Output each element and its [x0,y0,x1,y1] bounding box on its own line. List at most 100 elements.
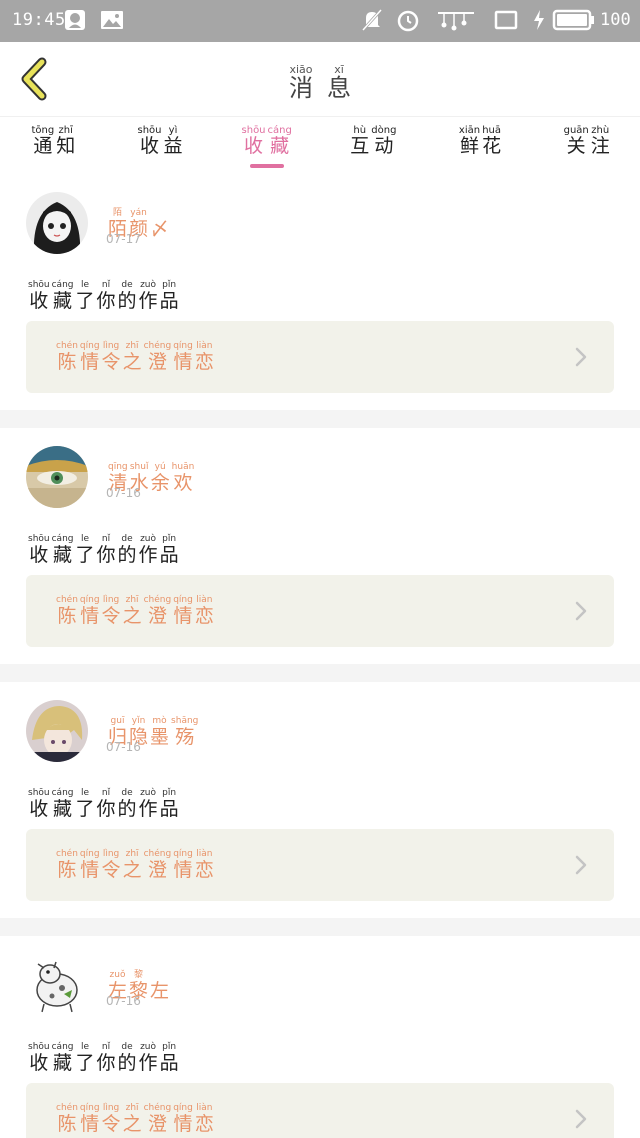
username-hanzi: 墨 [150,726,170,748]
username-hanzi: 殇 [175,726,195,748]
work-title-hanzi: 令 [101,859,121,881]
work-title-char: qíng 情 [80,595,100,627]
action-char: le 了 [76,1042,95,1074]
action-char: le 了 [76,280,95,312]
work-title-char: zhī 之 [123,341,142,373]
username-char: shāng 殇 [171,716,198,748]
qq-icon [64,9,86,31]
work-title-hanzi: 恋 [194,1113,214,1135]
notification-list: 陌陌 yán 颜 〆 07-17 shōu 收 cáng 藏 le 了 nǐ 你 de 的 zuò 作 pǐn 品… [0,174,640,1138]
tab-label-hanzi: 花 [482,135,502,157]
username-hanzi: 欢 [173,472,193,494]
work-link[interactable]: chén 陈 qíng 情 lìng 令 zhī 之 chéng 澄 qíng 情 liàn 恋 [26,575,614,647]
work-title-hanzi: 澄 [147,859,167,881]
tab-label-hanzi: 动 [374,135,394,157]
notification-card: qīng 清 shuǐ 水 yú 余 huān 欢 07-16 shōu 收 cáng 藏 le 了 nǐ 你 d… [0,428,640,664]
action-hanzi: 藏 [53,1052,73,1074]
action-text: shōu 收 cáng 藏 le 了 nǐ 你 de 的 zuò 作 pǐn 品 [28,1034,179,1074]
work-title-hanzi: 情 [173,859,193,881]
work-title-char: zhī 之 [123,1103,142,1135]
charging-icon [532,9,546,31]
username-hanzi: 〆 [150,218,170,240]
action-hanzi: 品 [159,544,179,566]
tab-label-char: dòng 动 [371,125,396,157]
timestamp: 07-16 [106,740,141,754]
tab-flowers[interactable]: xiān 鲜 huā 花 [427,117,534,174]
tab-label-hanzi: 注 [590,135,610,157]
tab-following[interactable]: guān 关 zhù 注 [533,117,640,174]
avatar[interactable] [26,192,88,254]
work-title-char: lìng 令 [102,849,121,881]
work-title-char: qíng 情 [80,849,100,881]
timestamp: 07-16 [106,994,141,1008]
image-icon [100,9,124,31]
notification-card: guī 归 yǐn 隐 mò 墨 shāng 殇 07-16 shōu 收 cáng 藏 le 了 nǐ 你 de… [0,682,640,918]
work-title-hanzi: 陈 [57,1113,77,1135]
active-tab-indicator [249,164,284,168]
work-title-char: chéng 澄 [144,1103,172,1135]
title-char: xiāo 消 [289,64,313,101]
avatar[interactable] [26,700,88,762]
action-hanzi: 你 [96,544,116,566]
work-title-hanzi: 情 [173,351,193,373]
action-char: cáng 藏 [52,280,74,312]
notification-card: zuǒ 左黎黎 左 07-16 shōu 收 cáng 藏 le 了 nǐ 你 de 的 zuò 作 pǐn 品… [0,936,640,1138]
username-hanzi: 左 [150,980,170,1002]
work-title-hanzi: 之 [122,351,142,373]
tab-interaction[interactable]: hù 互 dòng 动 [320,117,427,174]
action-hanzi: 藏 [53,544,73,566]
mute-icon [360,9,384,31]
tab-label-char: guān 关 [564,125,589,157]
tab-favorites[interactable]: shōu 收 cáng 藏 [213,117,320,174]
tab-label-char: hù 互 [350,125,369,157]
action-hanzi: 收 [29,1052,49,1074]
battery-icon [552,9,596,31]
action-hanzi: 品 [159,798,179,820]
work-title-char: liàn 恋 [195,849,214,881]
work-title-char: zhī 之 [123,595,142,627]
work-title-hanzi: 之 [122,1113,142,1135]
tab-label-char: zhī 知 [56,125,75,157]
work-title-char: chéng 澄 [144,849,172,881]
action-char: le 了 [76,534,95,566]
action-hanzi: 的 [117,290,137,312]
tab-notice[interactable]: tōng 通 zhī 知 [0,117,107,174]
header: xiāo 消 xī 息 [0,42,640,116]
username-char: huān 欢 [172,462,195,494]
window-icon [494,9,518,31]
username-char: mò 墨 [150,716,169,748]
work-title-hanzi: 令 [101,351,121,373]
work-title-hanzi: 情 [173,1113,193,1135]
work-link[interactable]: chén 陈 qíng 情 lìng 令 zhī 之 chéng 澄 qíng 情 liàn 恋 [26,1083,614,1138]
card-divider [0,664,640,682]
tab-label-char: shōu 收 [242,125,266,157]
tab-label-char: yì 益 [164,125,183,157]
work-title-char: qíng 情 [173,1103,193,1135]
work-link[interactable]: chén 陈 qíng 情 lìng 令 zhī 之 chéng 澄 qíng 情 liàn 恋 [26,829,614,901]
work-link[interactable]: chén 陈 qíng 情 lìng 令 zhī 之 chéng 澄 qíng 情 liàn 恋 [26,321,614,393]
action-char: le 了 [76,788,95,820]
work-title-char: liàn 恋 [195,595,214,627]
action-char: pǐn 品 [160,788,179,820]
work-title-hanzi: 之 [122,605,142,627]
action-char: pǐn 品 [160,534,179,566]
work-title-hanzi: 陈 [57,605,77,627]
work-title-hanzi: 澄 [147,1113,167,1135]
work-title-char: qíng 情 [173,849,193,881]
work-title-char: chén 陈 [56,1103,78,1135]
action-char: zuò 作 [139,534,158,566]
action-char: shōu 收 [28,534,50,566]
username-char: yú 余 [151,462,170,494]
action-char: pǐn 品 [160,1042,179,1074]
avatar[interactable] [26,954,88,1016]
chevron-right-icon [574,346,588,372]
action-char: cáng 藏 [52,788,74,820]
tab-label-hanzi: 知 [56,135,76,157]
action-hanzi: 了 [75,1052,95,1074]
work-title-char: chéng 澄 [144,595,172,627]
tab-label-char: tōng 通 [31,125,54,157]
action-char: nǐ 你 [97,534,116,566]
tab-earnings[interactable]: shōu 收 yì 益 [107,117,214,174]
avatar[interactable] [26,446,88,508]
work-title-char: chéng 澄 [144,341,172,373]
